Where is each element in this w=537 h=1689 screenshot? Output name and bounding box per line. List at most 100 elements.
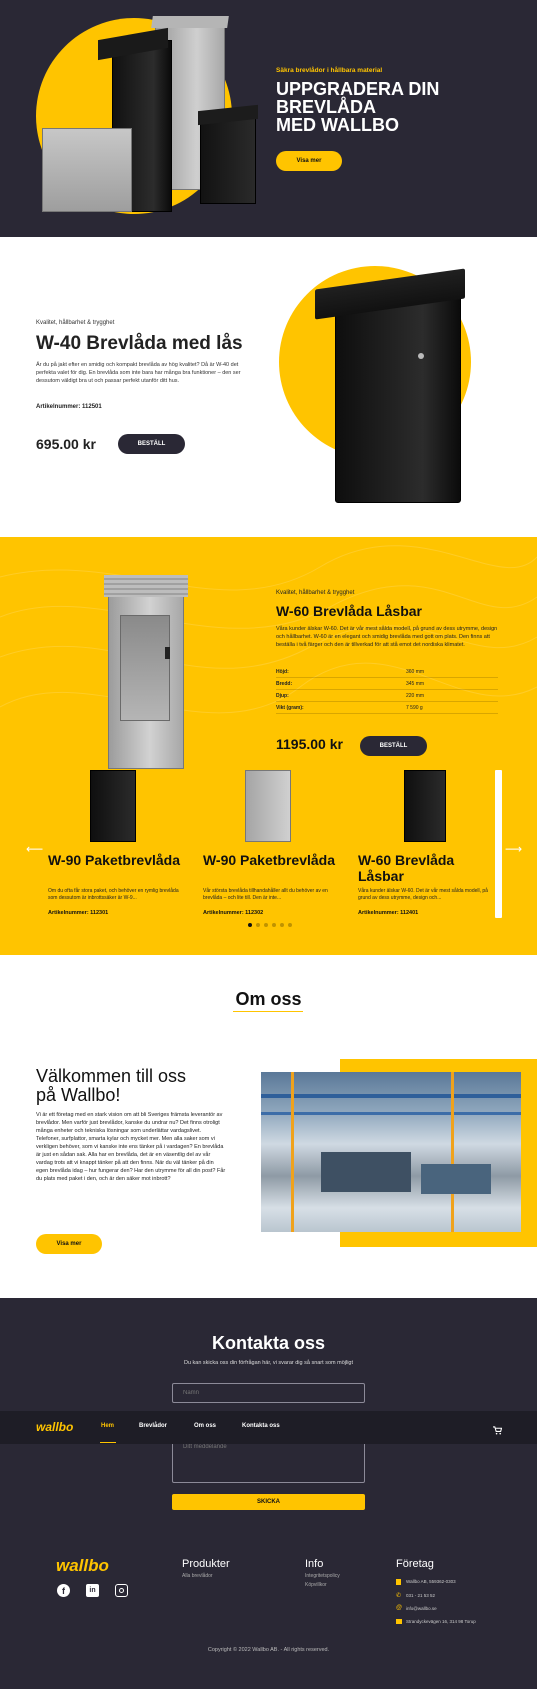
contact-name-input[interactable] — [172, 1383, 365, 1403]
footer-company-name: Wallbo AB, 559362-0303 — [406, 1579, 456, 1584]
footer-company-title: Företag — [396, 1558, 434, 1570]
cart-icon[interactable] — [493, 1422, 503, 1440]
carousel-card-article: Artikelnummer: 112302 — [203, 910, 264, 916]
pagination-dot[interactable] — [280, 923, 284, 927]
product-w40-section: Kvalitet, hållbarhet & trygghet W-40 Bre… — [0, 237, 537, 537]
footer-link-alla-brevlador[interactable]: Alla brevlådor — [182, 1573, 213, 1580]
hero-mailbox-grey-small — [42, 128, 132, 212]
footer-copyright: Copyright © 2022 Wallbo AB. - All rights… — [207, 1647, 330, 1653]
factory-machine — [321, 1152, 411, 1192]
pagination-dot[interactable] — [272, 923, 276, 927]
carousel-card-title: W-90 Paketbrevlåda — [48, 852, 181, 868]
nav-item-kontakta-oss[interactable]: Kontakta oss — [242, 1423, 280, 1429]
w40-order-button[interactable]: BESTÄLL — [118, 434, 185, 454]
hero-cta-button[interactable]: Visa mer — [276, 151, 342, 171]
spec-row: Djup: 220 mm — [276, 689, 498, 702]
w60-price: 1195.00 kr — [276, 736, 343, 752]
carousel-card[interactable]: W-90 Paketbrevlåda Om du ofta får stora … — [48, 770, 188, 920]
product-w60-section: Kvalitet, hållbarhet & trygghet W-60 Bre… — [0, 537, 537, 955]
carousel-card-title: W-60 Brevlåda Låsbar — [358, 852, 455, 884]
contact-subtitle: Du kan skicka oss din förfrågan här, vi … — [183, 1360, 354, 1366]
about-section-title: Om oss — [235, 989, 302, 1009]
nav-active-indicator — [100, 1442, 116, 1443]
factory-crane — [291, 1072, 294, 1232]
nav-logo[interactable]: wallbo — [36, 1420, 73, 1434]
carousel-card-image — [245, 770, 291, 842]
w60-order-button[interactable]: BESTÄLL — [360, 736, 427, 756]
nav-item-om-oss[interactable]: Om oss — [194, 1423, 216, 1429]
about-cta-button[interactable]: Visa mer — [36, 1234, 102, 1254]
nav-item-hem[interactable]: Hem — [101, 1423, 114, 1429]
factory-machine — [421, 1164, 491, 1194]
spec-row: Vikt (gram): 7 590 g — [276, 701, 498, 714]
w40-title: W-40 Brevlåda med lås — [36, 333, 243, 354]
factory-crane — [451, 1072, 454, 1232]
w40-description: Är du på jakt efter en smidig och kompak… — [36, 362, 241, 384]
w40-mailbox-lock — [418, 353, 424, 359]
footer-link-integritetspolicy[interactable]: Integritetspolicy — [305, 1573, 340, 1580]
carousel-card-title: W-90 Paketbrevlåda — [203, 852, 336, 868]
spec-label: Bredd: — [276, 677, 406, 690]
pagination-dot[interactable] — [264, 923, 268, 927]
w60-title: W-60 Brevlåda Låsbar — [276, 603, 423, 619]
carousel-card-article: Artikelnummer: 112401 — [358, 910, 419, 916]
w60-eyebrow: Kvalitet, hållbarhet & trygghet — [276, 590, 355, 596]
facebook-icon[interactable]: f — [57, 1584, 70, 1597]
w40-eyebrow: Kvalitet, hållbarhet & trygghet — [36, 320, 115, 326]
main-navbar: wallbo Hem Brevlådor Om oss Kontakta oss — [0, 1411, 537, 1444]
spec-value: 7 590 g — [406, 701, 498, 714]
w60-description: Våra kunder älskar W-60. Det är vår mest… — [276, 626, 498, 648]
footer-company-phone[interactable]: 031 - 21 53 52 — [406, 1593, 435, 1598]
hero-title-line1: UPPGRADERA DIN — [276, 79, 440, 99]
about-factory-photo — [261, 1072, 521, 1232]
instagram-icon[interactable] — [115, 1584, 128, 1597]
spec-row: Bredd: 345 mm — [276, 677, 498, 690]
contact-submit-button[interactable]: SKICKA — [172, 1494, 365, 1510]
site-footer: wallbo f in Produkter Alla brevlådor Inf… — [0, 1523, 537, 1689]
pagination-dot-active[interactable] — [248, 923, 252, 927]
pagination-dot[interactable] — [288, 923, 292, 927]
linkedin-icon[interactable]: in — [86, 1584, 99, 1597]
phone-icon: ✆ — [396, 1593, 402, 1599]
footer-company-email[interactable]: info@wallbo.se — [406, 1606, 437, 1611]
carousel-card[interactable]: W-60 Brevlåda Låsbar Våra kunder älskar … — [358, 770, 498, 920]
w60-mailbox-lock — [165, 647, 170, 659]
spec-label: Vikt (gram): — [276, 701, 406, 714]
carousel-card-desc: Våra kunder älskar W-60. Det är vår mest… — [358, 888, 488, 901]
w60-mailbox-opening — [120, 615, 170, 721]
hero-title: UPPGRADERA DIN BREVLÅDA MED WALLBO — [276, 80, 439, 134]
w40-article: Artikelnummer: 112501 — [36, 404, 102, 410]
instagram-icon-lens — [119, 1588, 124, 1593]
hero-mailbox-tall-grey-roof — [151, 16, 229, 28]
w40-price: 695.00 kr — [36, 436, 96, 452]
w40-mailbox-image — [335, 295, 461, 503]
carousel-card-desc: Om du ofta får stora paket, och behöver … — [48, 888, 179, 901]
about-section: Om oss Välkommen till oss på Wallbo! Vi … — [0, 955, 537, 1298]
spec-label: Djup: — [276, 689, 406, 702]
footer-company-address: Strandyckevägen 16, 314 98 Torup — [406, 1619, 476, 1624]
contact-message-input[interactable] — [172, 1438, 365, 1483]
footer-logo[interactable]: wallbo — [56, 1556, 109, 1576]
carousel-next-arrow[interactable]: ⟶ — [505, 842, 522, 856]
footer-info-title: Info — [305, 1558, 324, 1570]
hero-mailbox-black-small — [200, 118, 256, 204]
building-icon — [396, 1579, 401, 1585]
carousel-card[interactable]: W-90 Paketbrevlåda Vår största brevlåda … — [203, 770, 343, 920]
pagination-dot[interactable] — [256, 923, 260, 927]
hero-title-line3: MED WALLBO — [276, 115, 399, 135]
carousel-next-card-peek — [495, 770, 502, 918]
nav-item-brevlador[interactable]: Brevlådor — [139, 1423, 167, 1429]
carousel-card-article: Artikelnummer: 112301 — [48, 910, 109, 916]
carousel-prev-arrow[interactable]: ⟵ — [26, 842, 43, 856]
footer-link-kopvillkor[interactable]: Köpvillkor — [305, 1582, 327, 1589]
spec-row: Höjd: 360 mm — [276, 666, 498, 678]
contact-title: Kontakta oss — [211, 1333, 326, 1353]
w60-spec-table: Höjd: 360 mm Bredd: 345 mm Djup: 220 mm Vik… — [276, 666, 498, 714]
footer-products-title: Produkter — [182, 1558, 230, 1570]
spec-label: Höjd: — [276, 666, 406, 678]
carousel-pagination — [248, 923, 292, 927]
carousel-card-image — [90, 770, 136, 842]
about-heading-line2: på Wallbo! — [36, 1085, 121, 1105]
carousel-card-desc: Vår största brevlåda tillhandahåller all… — [203, 888, 328, 901]
spec-value: 220 mm — [406, 689, 498, 702]
